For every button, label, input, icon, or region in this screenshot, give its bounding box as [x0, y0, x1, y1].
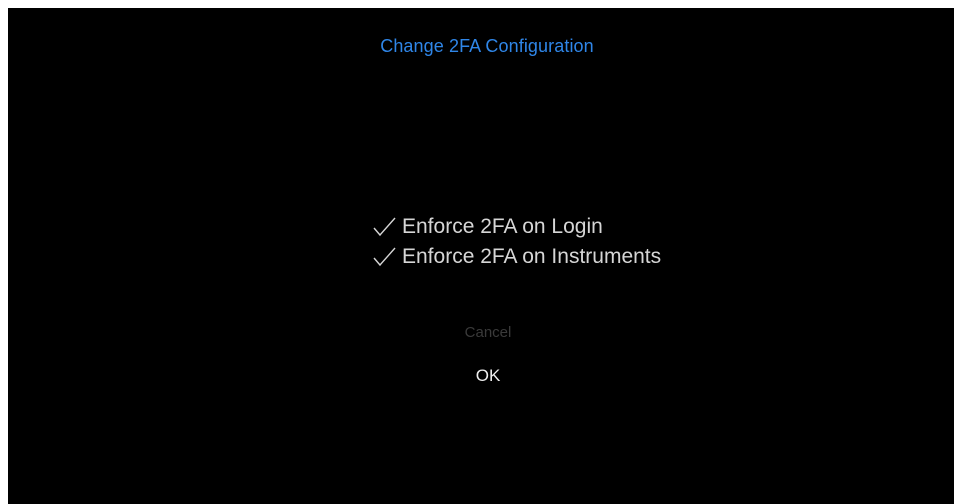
dialog-title: Change 2FA Configuration: [380, 36, 594, 56]
option-label: Enforce 2FA on Instruments: [402, 245, 662, 268]
checkmark-icon: [372, 246, 398, 268]
cancel-button[interactable]: Cancel: [408, 324, 568, 341]
option-label: Enforce 2FA on Login: [402, 215, 603, 238]
checkmark-icon: [372, 216, 398, 238]
options-list: Enforce 2FA on Login Enforce 2FA on Inst…: [372, 212, 752, 272]
option-enforce-2fa-instruments[interactable]: Enforce 2FA on Instruments: [372, 242, 752, 272]
ok-button[interactable]: OK: [408, 366, 568, 386]
screen: Change 2FA Configuration Enforce 2FA on …: [8, 8, 954, 504]
option-enforce-2fa-login[interactable]: Enforce 2FA on Login: [372, 212, 752, 242]
